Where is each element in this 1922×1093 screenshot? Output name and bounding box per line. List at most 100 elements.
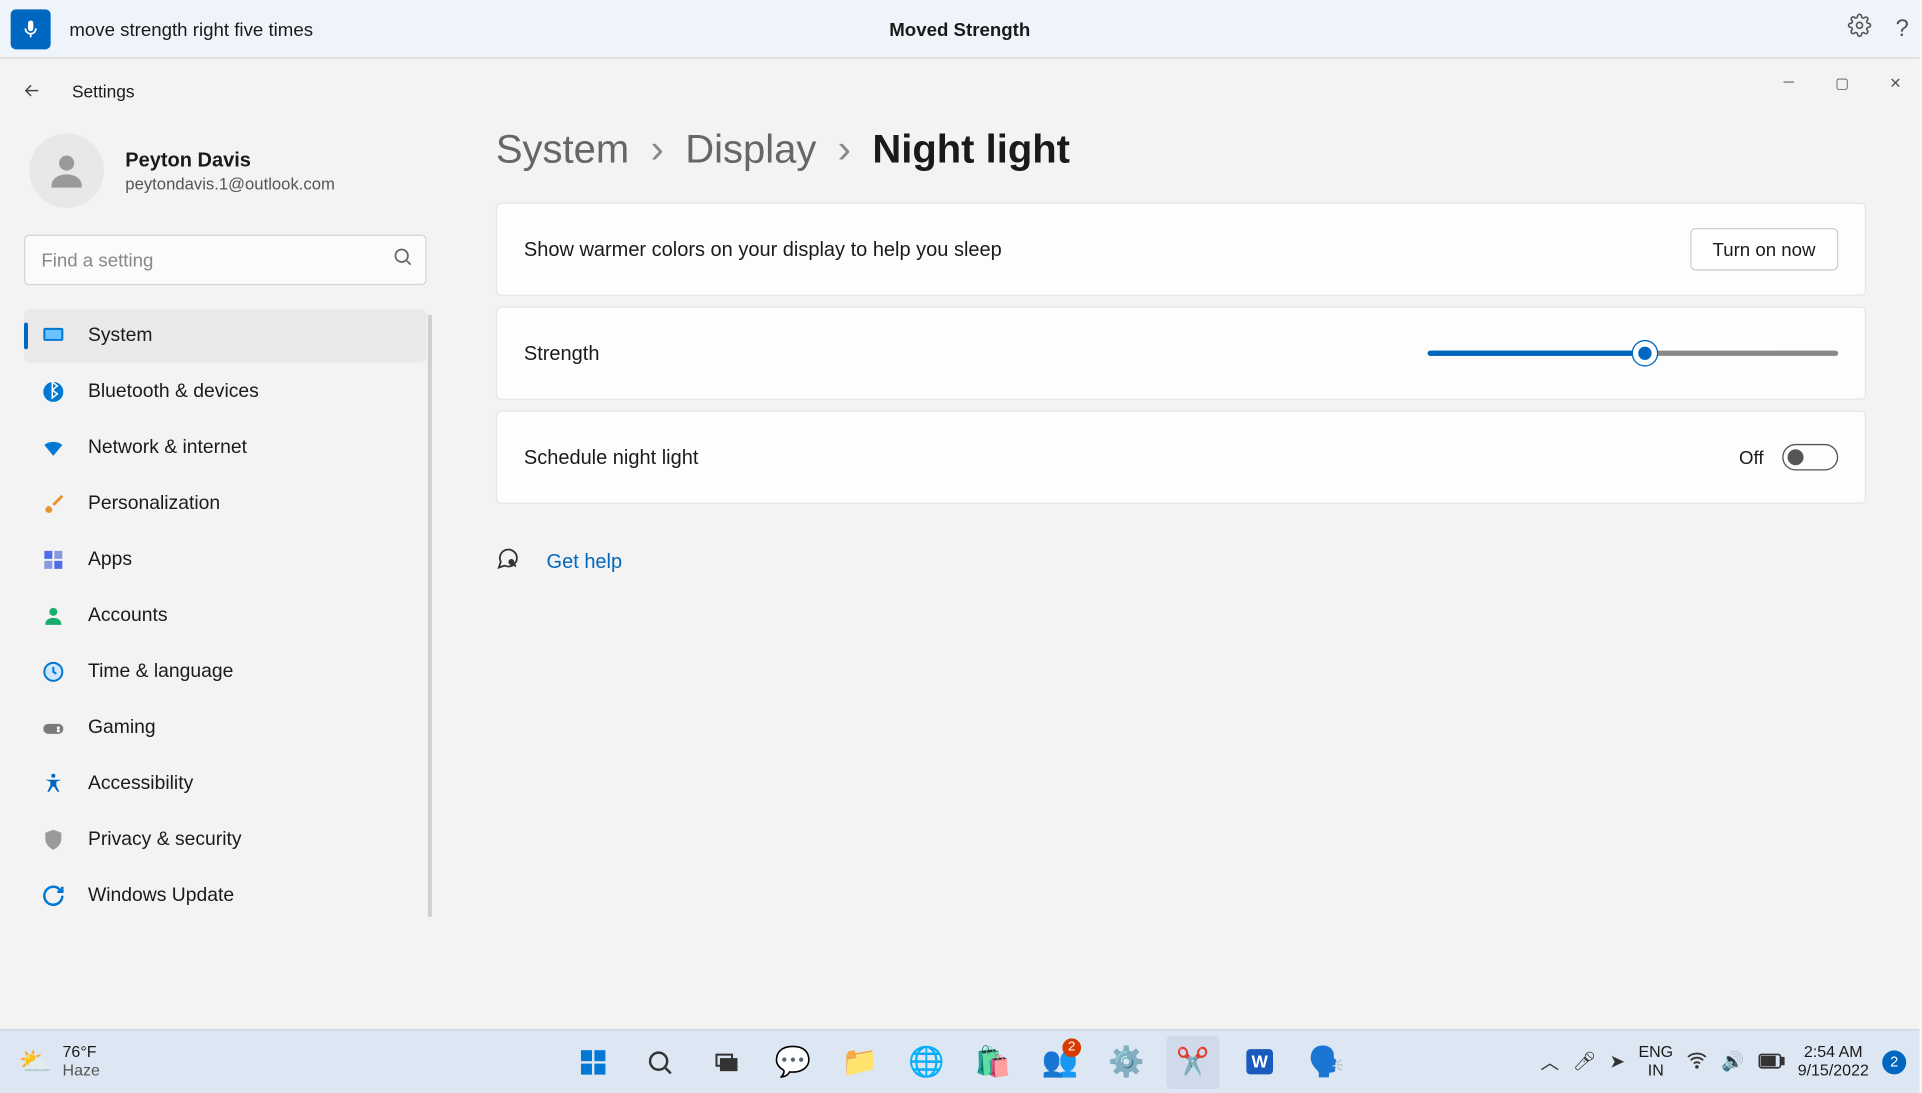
wifi-icon[interactable] (1686, 1049, 1707, 1074)
search-icon[interactable] (392, 246, 413, 274)
sidebar-item-accessibility[interactable]: Accessibility (24, 757, 427, 810)
settings-gear-icon[interactable] (1848, 13, 1872, 44)
wifi-icon (40, 435, 67, 462)
maximize-button[interactable]: ▢ (1829, 69, 1856, 96)
mic-button[interactable] (11, 9, 51, 49)
settings-taskbar-button[interactable]: ⚙️ (1100, 1035, 1153, 1088)
settings-window: ─ ▢ ✕ Settings Peyton Davis peytondavis.… (0, 59, 1920, 1029)
microphone-icon (20, 18, 41, 39)
apps-icon (40, 547, 67, 574)
chevron-right-icon: › (651, 128, 664, 173)
voice-access-button[interactable]: 🗣️ (1300, 1035, 1353, 1088)
schedule-toggle[interactable] (1782, 444, 1838, 471)
sidebar: Peyton Davis peytondavis.1@outlook.com S… (0, 123, 451, 1029)
sidebar-item-label: System (88, 325, 152, 346)
strength-card: Strength (496, 307, 1866, 400)
get-help-link[interactable]: Get help (496, 547, 1866, 576)
breadcrumb-system[interactable]: System (496, 128, 629, 173)
search-button[interactable] (633, 1035, 686, 1088)
schedule-toggle-state: Off (1739, 447, 1764, 468)
volume-icon[interactable]: 🔊 (1721, 1050, 1744, 1073)
breadcrumb-display[interactable]: Display (685, 128, 816, 173)
sidebar-item-label: Accessibility (88, 773, 193, 794)
strength-label: Strength (524, 342, 1428, 365)
shield-icon (40, 826, 67, 853)
weather-icon: ⛅ (19, 1045, 52, 1078)
help-chat-icon (496, 547, 520, 576)
schedule-card: Schedule night light Off (496, 411, 1866, 504)
sidebar-item-apps[interactable]: Apps (24, 533, 427, 586)
arrow-left-icon (21, 80, 42, 101)
profile-email: peytondavis.1@outlook.com (125, 174, 335, 193)
get-help-label: Get help (547, 550, 623, 573)
minimize-button[interactable]: ─ (1776, 69, 1803, 96)
sidebar-item-gaming[interactable]: Gaming (24, 701, 427, 754)
strength-slider[interactable] (1428, 351, 1839, 356)
weather-widget[interactable]: ⛅ 76°F Haze (19, 1044, 100, 1079)
slider-thumb[interactable] (1633, 341, 1657, 365)
clock[interactable]: 2:54 AM 9/15/2022 (1798, 1044, 1869, 1079)
weather-desc: Haze (63, 1062, 100, 1080)
taskbar-center: 💬 📁 🌐 🛍️ 👥2 ⚙️ ✂️ W 🗣️ (567, 1035, 1353, 1088)
sidebar-item-label: Time & language (88, 661, 233, 682)
voice-command-bar: move strength right five times Moved Str… (0, 0, 1920, 59)
sidebar-item-label: Privacy & security (88, 829, 242, 850)
sidebar-item-windows-update[interactable]: Windows Update (24, 869, 427, 922)
bluetooth-icon (40, 379, 67, 406)
sidebar-item-label: Network & internet (88, 437, 247, 458)
store-button[interactable]: 🛍️ (966, 1035, 1019, 1088)
warm-colors-card: Show warmer colors on your display to he… (496, 203, 1866, 296)
language-indicator[interactable]: ENG IN (1638, 1044, 1673, 1079)
task-view-button[interactable] (700, 1035, 753, 1088)
accessibility-icon (40, 770, 67, 797)
chevron-right-icon: › (838, 128, 851, 173)
sidebar-item-network-internet[interactable]: Network & internet (24, 421, 427, 474)
back-button[interactable] (16, 75, 48, 107)
breadcrumb-current: Night light (872, 128, 1070, 173)
profile-name: Peyton Davis (125, 149, 335, 172)
turn-on-now-button[interactable]: Turn on now (1690, 228, 1838, 271)
battery-icon[interactable] (1758, 1051, 1785, 1072)
sidebar-item-label: Accounts (88, 605, 168, 626)
snip-button[interactable]: ✂️ (1166, 1035, 1219, 1088)
nav-list: System Bluetooth & devices Network & inter… (24, 309, 427, 922)
breadcrumb: System › Display › Night light (496, 128, 1866, 173)
word-button[interactable]: W (1233, 1035, 1286, 1088)
system-tray: ︿ 🎤︎ ➤ ENG IN 🔊 2:54 AM 9/15/2022 2 (1540, 1044, 1906, 1079)
notification-badge[interactable]: 2 (1882, 1050, 1906, 1074)
chat-button[interactable]: 💬 (766, 1035, 819, 1088)
file-explorer-button[interactable]: 📁 (833, 1035, 886, 1088)
sidebar-item-label: Apps (88, 549, 132, 570)
avatar (29, 133, 104, 208)
sidebar-item-label: Bluetooth & devices (88, 381, 259, 402)
teams-badge: 2 (1062, 1038, 1081, 1057)
location-icon[interactable]: ➤ (1609, 1050, 1625, 1073)
update-icon (40, 882, 67, 909)
sidebar-item-label: Personalization (88, 493, 220, 514)
brush-icon (40, 491, 67, 518)
weather-temp: 76°F (63, 1044, 100, 1062)
person-icon (40, 603, 67, 630)
teams-button[interactable]: 👥2 (1033, 1035, 1086, 1088)
sidebar-item-accounts[interactable]: Accounts (24, 589, 427, 642)
search-input[interactable] (24, 235, 427, 286)
sidebar-item-time-language[interactable]: Time & language (24, 645, 427, 698)
taskbar: ⛅ 76°F Haze 💬 📁 🌐 🛍️ 👥2 ⚙️ ✂️ W 🗣️ ︿ 🎤︎ … (0, 1029, 1920, 1093)
sidebar-item-label: Gaming (88, 717, 156, 738)
mic-muted-icon[interactable]: 🎤︎ (1572, 1050, 1596, 1073)
sidebar-item-personalization[interactable]: Personalization (24, 477, 427, 530)
sidebar-item-system[interactable]: System (24, 309, 427, 362)
tray-chevron-up-icon[interactable]: ︿ (1540, 1048, 1559, 1075)
profile-block[interactable]: Peyton Davis peytondavis.1@outlook.com (29, 133, 426, 208)
titlebar: Settings (0, 59, 1920, 123)
help-icon[interactable]: ? (1896, 15, 1909, 43)
sidebar-item-bluetooth-devices[interactable]: Bluetooth & devices (24, 365, 427, 418)
close-button[interactable]: ✕ (1882, 69, 1909, 96)
edge-button[interactable]: 🌐 (900, 1035, 953, 1088)
sidebar-item-privacy-security[interactable]: Privacy & security (24, 813, 427, 866)
monitor-icon (40, 323, 67, 350)
window-title: Settings (72, 81, 135, 101)
start-button[interactable] (567, 1035, 620, 1088)
scrollbar[interactable] (428, 315, 432, 918)
main-content: System › Display › Night light Show warm… (451, 123, 1920, 1029)
